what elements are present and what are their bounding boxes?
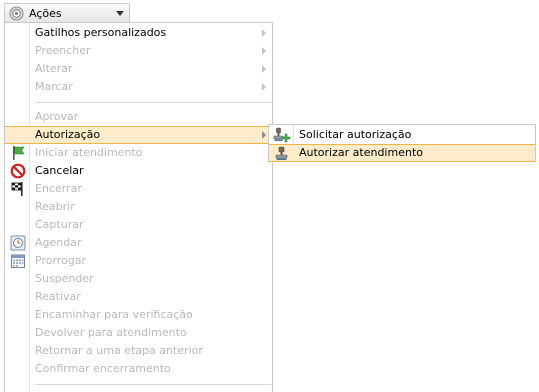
menu-item-label: Encerrar <box>35 182 82 195</box>
menu-item-aprovar[interactable]: Aprovar <box>5 108 272 126</box>
menu-item-label: Prorrogar <box>35 254 87 267</box>
menu-item-alterar[interactable]: Alterar <box>5 60 272 78</box>
submenu-arrow-icon <box>262 29 266 37</box>
menu-item-gatilhos-personalizados[interactable]: Gatilhos personalizados <box>5 24 272 42</box>
submenu-item-autorizar-atendimento[interactable]: Autorizar atendimento <box>269 144 535 162</box>
menu-item-agendar[interactable]: Agendar <box>5 234 272 252</box>
green-flag-icon <box>13 146 25 160</box>
menu-item-label: Capturar <box>35 218 84 231</box>
submenu-arrow-icon <box>262 131 266 139</box>
autorizacao-submenu: Solicitar autorização Autorizar atendime… <box>268 124 536 162</box>
calendar-icon <box>11 254 25 268</box>
menu-item-label: Aprovar <box>35 110 79 123</box>
submenu-item-label: Solicitar autorização <box>299 128 412 141</box>
menu-item-prorrogar[interactable]: Prorrogar <box>5 252 272 270</box>
menu-item-devolver-para-atendimento[interactable]: Devolver para atendimento <box>5 324 272 342</box>
menu-item-cancelar[interactable]: Cancelar <box>5 162 272 180</box>
menu-item-encerrar[interactable]: Encerrar <box>5 180 272 198</box>
submenu-item-label: Autorizar atendimento <box>299 146 423 159</box>
acoes-menu: Gatilhos personalizados Preencher Altera… <box>4 22 273 392</box>
acoes-dropdown-button[interactable]: Ações <box>4 3 130 23</box>
chevron-down-icon <box>116 11 124 16</box>
checkered-flag-icon <box>11 182 23 196</box>
menu-item-label: Suspender <box>35 272 94 285</box>
submenu-arrow-icon <box>262 65 266 73</box>
menu-item-label: Reativar <box>35 290 81 303</box>
gear-icon <box>9 6 24 21</box>
acoes-button-label: Ações <box>29 7 62 20</box>
stamp-icon <box>275 146 288 160</box>
menu-item-label: Iniciar atendimento <box>35 146 143 159</box>
menu-item-label: Cancelar <box>35 164 84 177</box>
menu-item-suspender[interactable]: Suspender <box>5 270 272 288</box>
menu-item-reativar[interactable]: Reativar <box>5 288 272 306</box>
menu-item-label: Agendar <box>35 236 82 249</box>
menu-item-label: Reabrir <box>35 200 75 213</box>
menu-item-marcar[interactable]: Marcar <box>5 78 272 96</box>
menu-item-label: Alterar <box>35 62 73 75</box>
prohibited-icon <box>10 163 26 179</box>
menu-item-capturar[interactable]: Capturar <box>5 216 272 234</box>
menu-item-label: Marcar <box>35 80 73 93</box>
stamp-add-icon <box>273 127 291 143</box>
menu-item-preencher[interactable]: Preencher <box>5 42 272 60</box>
menu-item-autorizacao[interactable]: Autorização <box>5 126 272 144</box>
submenu-arrow-icon <box>262 47 266 55</box>
menu-item-label: Confirmar encerramento <box>35 362 171 375</box>
menu-item-iniciar-atendimento[interactable]: Iniciar atendimento <box>5 144 272 162</box>
submenu-item-solicitar-autorizacao[interactable]: Solicitar autorização <box>269 126 535 144</box>
menu-separator <box>35 102 271 103</box>
menu-item-label: Retornar a uma etapa anterior <box>35 344 203 357</box>
submenu-arrow-icon <box>262 83 266 91</box>
menu-item-label: Autorização <box>35 128 101 141</box>
menu-item-label: Preencher <box>35 44 91 57</box>
menu-item-retornar-etapa-anterior[interactable]: Retornar a uma etapa anterior <box>5 342 272 360</box>
menu-item-label: Encaminhar para verificação <box>35 308 193 321</box>
menu-item-label: Gatilhos personalizados <box>35 26 167 39</box>
clock-icon <box>10 235 26 251</box>
menu-item-reabrir[interactable]: Reabrir <box>5 198 272 216</box>
menu-item-label: Devolver para atendimento <box>35 326 187 339</box>
menu-item-confirmar-encerramento[interactable]: Confirmar encerramento <box>5 360 272 378</box>
menu-item-encaminhar-para-verificacao[interactable]: Encaminhar para verificação <box>5 306 272 324</box>
menu-separator <box>35 384 271 385</box>
